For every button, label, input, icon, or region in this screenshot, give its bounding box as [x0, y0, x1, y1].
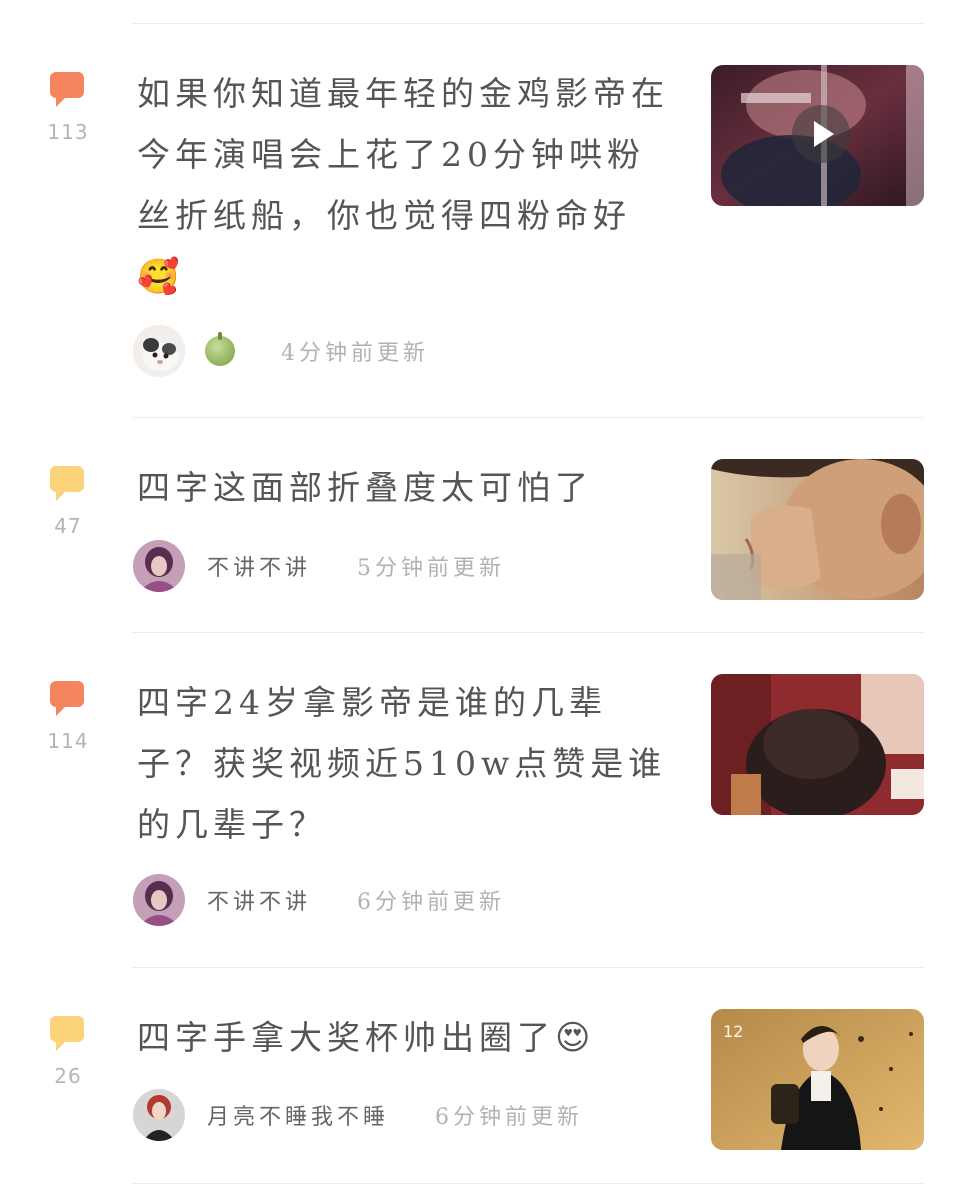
- comment-count: 47: [54, 514, 82, 538]
- post-title-text: 四字这面部折叠度太可怕了: [137, 468, 593, 507]
- update-time: 6分钟前更新: [357, 890, 506, 915]
- comment-count: 114: [47, 729, 89, 753]
- divider: [133, 632, 923, 633]
- post-meta: 不讲不讲 5分钟前更新: [133, 539, 505, 593]
- post-title-text: 四字手拿大奖杯帅出圈了: [137, 1018, 555, 1057]
- post-title[interactable]: 如果你知道最年轻的金鸡影帝在今年演唱会上花了20分钟哄粉丝折纸船，你也觉得四粉命…: [137, 63, 677, 308]
- comment-bubble-icon: [50, 72, 84, 107]
- username[interactable]: 不讲不讲: [207, 884, 311, 916]
- update-time: 4分钟前更新: [281, 341, 429, 366]
- post-meta: 月亮不睡我不睡 6分钟前更新: [133, 1088, 583, 1142]
- post-thumbnail[interactable]: [711, 674, 924, 815]
- username[interactable]: 不讲不讲: [207, 550, 311, 582]
- divider: [133, 417, 923, 418]
- comment-bubble-icon: [50, 466, 84, 501]
- post-meta: 4分钟前更新: [133, 324, 429, 378]
- svg-text:12: 12: [723, 1022, 743, 1041]
- divider: [133, 23, 923, 24]
- melon-badge-icon: [205, 332, 235, 366]
- divider: [133, 1183, 923, 1184]
- post-feed: 113 如果你知道最年轻的金鸡影帝在今年演唱会上花了20分钟哄粉丝折纸船，你也觉…: [0, 0, 964, 1199]
- avatar[interactable]: [133, 874, 185, 926]
- post-thumbnail[interactable]: [711, 65, 924, 206]
- avatar[interactable]: [133, 325, 185, 377]
- comment-bubble-icon: [50, 681, 84, 716]
- post-title-text: 如果你知道最年轻的金鸡影帝在今年演唱会上花了20分钟哄粉丝折纸船，你也觉得四粉命…: [137, 74, 669, 235]
- update-time: 6分钟前更新: [435, 1105, 584, 1130]
- divider: [133, 967, 923, 968]
- post-title[interactable]: 四字手拿大奖杯帅出圈了😍: [137, 1007, 697, 1069]
- post-meta: 不讲不讲 6分钟前更新: [133, 873, 505, 927]
- comment-bubble-icon: [50, 1016, 84, 1051]
- play-video-icon[interactable]: [792, 105, 850, 163]
- heart-eyes-emoji-icon: 😍: [555, 1018, 596, 1058]
- update-time: 5分钟前更新: [357, 556, 506, 581]
- username[interactable]: 月亮不睡我不睡: [207, 1099, 389, 1131]
- post-thumbnail[interactable]: [711, 459, 924, 600]
- post-title[interactable]: 四字这面部折叠度太可怕了: [137, 457, 697, 518]
- post-title[interactable]: 四字24岁拿影帝是谁的几辈子？获奖视频近510w点赞是谁的几辈子？: [137, 672, 677, 855]
- smiling-hearts-emoji-icon: 🥰: [137, 257, 185, 297]
- post-thumbnail[interactable]: 12: [711, 1009, 924, 1150]
- post-title-text: 四字24岁拿影帝是谁的几辈子？获奖视频近510w点赞是谁的几辈子？: [137, 683, 667, 844]
- comment-count: 26: [54, 1064, 82, 1088]
- avatar[interactable]: [133, 540, 185, 592]
- comment-count: 113: [47, 120, 89, 144]
- avatar[interactable]: [133, 1089, 185, 1141]
